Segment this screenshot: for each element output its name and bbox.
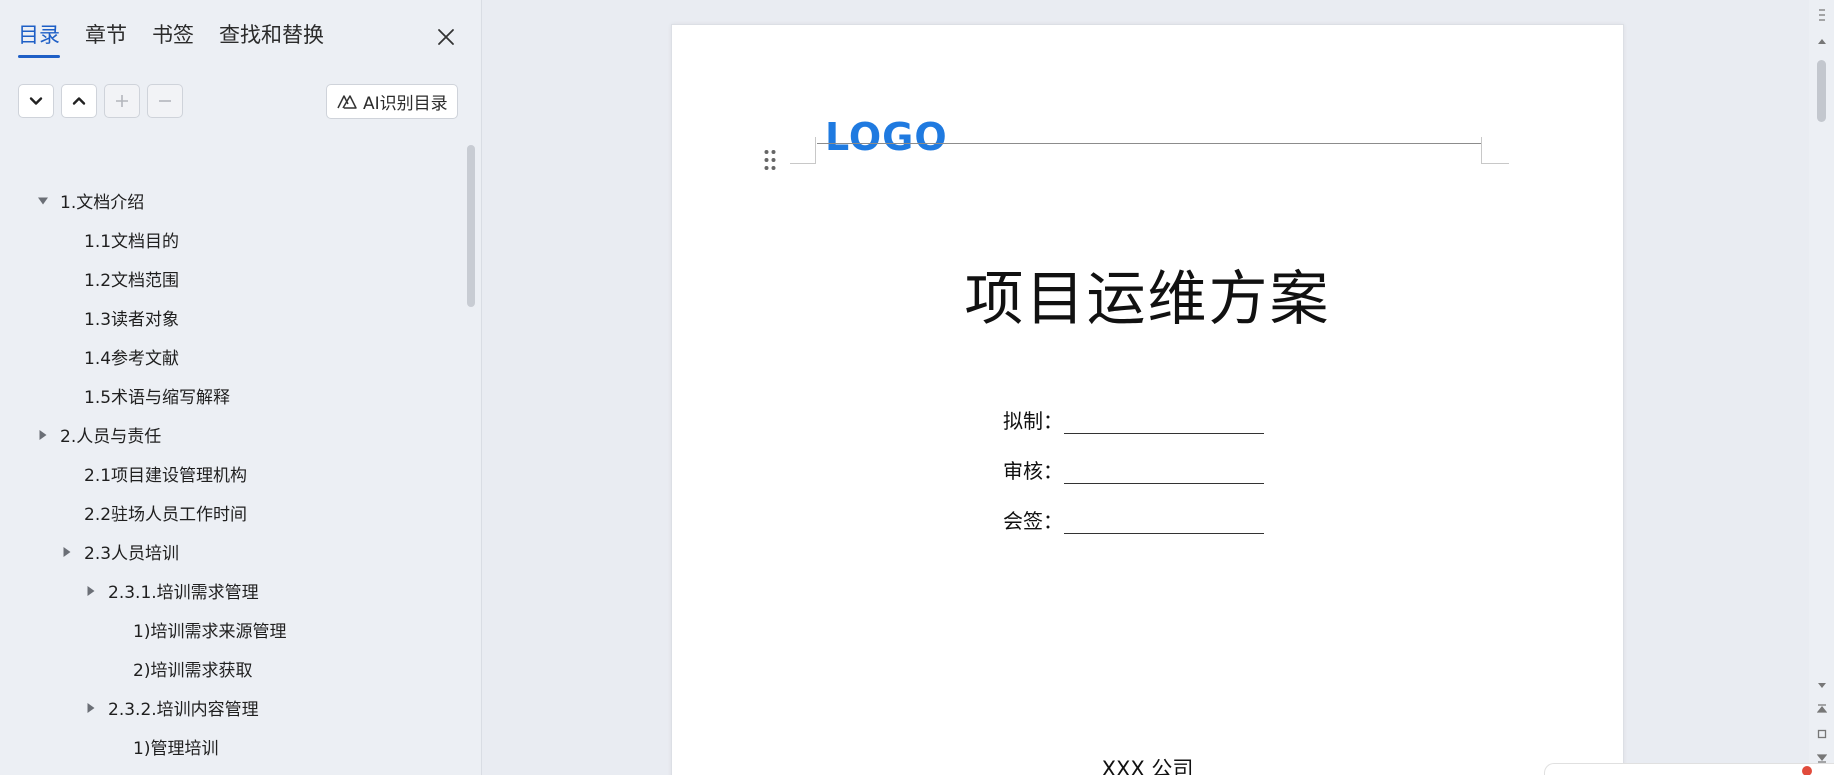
- toc-item[interactable]: 1.5术语与缩写解释: [0, 376, 460, 415]
- select-browse-object-icon[interactable]: [1815, 727, 1828, 740]
- toc-item-label: 1.5术语与缩写解释: [84, 388, 231, 408]
- toc-item-label: 2.2驻场人员工作时间: [84, 505, 248, 525]
- toc-item[interactable]: 1)培训需求来源管理: [0, 610, 460, 649]
- tab-find-replace[interactable]: 查找和替换: [219, 18, 324, 58]
- nav-tabs: 目录 章节 书签 查找和替换: [18, 18, 324, 58]
- chevron-down-icon: [29, 97, 43, 105]
- toc-item[interactable]: 1.2文档范围: [0, 259, 460, 298]
- close-icon: [438, 29, 454, 45]
- toc-item-label: 2.3.2.培训内容管理: [108, 700, 259, 720]
- toc-item[interactable]: 2.人员与责任: [0, 415, 460, 454]
- toc-item[interactable]: 1.1文档目的: [0, 220, 460, 259]
- navigation-panel: 目录 章节 书签 查找和替换 AI识别目录 1.文档介绍 1.1文档目的 1.2…: [0, 0, 482, 775]
- toc-item[interactable]: 2.2驻场人员工作时间: [0, 493, 460, 532]
- sign-row-draft: 拟制：: [1003, 402, 1264, 434]
- sign-line[interactable]: [1064, 410, 1264, 434]
- tab-chapters[interactable]: 章节: [85, 18, 127, 58]
- minus-icon: [159, 100, 171, 102]
- toc-item-label: 1.4参考文献: [84, 349, 180, 369]
- sign-label: 会签：: [1003, 509, 1063, 533]
- toc-item[interactable]: 1.3读者对象: [0, 298, 460, 337]
- floating-assistant-widget[interactable]: [1544, 763, 1834, 775]
- toc-item-label: 1.1文档目的: [84, 232, 180, 252]
- document-canvas: LOGO 项目运维方案 拟制： 审核： 会签： XXX 公司: [482, 0, 1809, 775]
- document-page[interactable]: LOGO 项目运维方案 拟制： 审核： 会签： XXX 公司: [671, 24, 1624, 775]
- logo: LOGO: [825, 115, 948, 159]
- ai-icon: [337, 94, 357, 109]
- scroll-up-arrow-icon[interactable]: [1815, 34, 1828, 47]
- split-view-icon[interactable]: [1815, 8, 1828, 21]
- tab-bookmarks[interactable]: 书签: [152, 18, 194, 58]
- sign-line[interactable]: [1064, 460, 1264, 484]
- close-panel-button[interactable]: [432, 23, 460, 51]
- toc-item[interactable]: 2)培训需求获取: [0, 649, 460, 688]
- sign-line[interactable]: [1064, 510, 1264, 534]
- toc-item[interactable]: 1.文档介绍: [0, 181, 460, 220]
- caret-right-icon[interactable]: [84, 584, 98, 598]
- demote-heading-button[interactable]: [147, 84, 183, 118]
- toc-item-label: 1.文档介绍: [60, 193, 145, 213]
- company-name[interactable]: XXX 公司: [672, 753, 1623, 775]
- chevron-up-icon: [72, 97, 86, 105]
- previous-page-icon[interactable]: [1815, 703, 1828, 716]
- toc-item-label: 2.3.1.培训需求管理: [108, 583, 259, 603]
- toc-item-label: 1.3读者对象: [84, 310, 180, 330]
- promote-heading-button[interactable]: [104, 84, 140, 118]
- toc-item[interactable]: 2.3人员培训: [0, 532, 460, 571]
- scroll-down-arrow-icon[interactable]: [1815, 679, 1828, 692]
- toc-list: 1.文档介绍 1.1文档目的 1.2文档范围 1.3读者对象 1.4参考文献 1.5术语与…: [0, 181, 460, 766]
- toc-item[interactable]: 2.3.1.培训需求管理: [0, 571, 460, 610]
- caret-down-icon[interactable]: [36, 194, 50, 208]
- plus-icon: [116, 95, 128, 107]
- toc-item[interactable]: 2.1项目建设管理机构: [0, 454, 460, 493]
- vertical-scrollbar: [1809, 0, 1834, 775]
- toc-item[interactable]: 2.3.2.培训内容管理: [0, 688, 460, 727]
- notification-dot: [1802, 766, 1812, 775]
- scrollbar-thumb[interactable]: [1817, 60, 1826, 122]
- toc-item[interactable]: 1.4参考文献: [0, 337, 460, 376]
- toc-scrollbar[interactable]: [467, 145, 475, 307]
- sign-label: 审核：: [1003, 459, 1063, 483]
- document-title[interactable]: 项目运维方案: [672, 251, 1623, 336]
- toc-item-label: 2.1项目建设管理机构: [84, 466, 248, 486]
- toc-item-label: 1)培训需求来源管理: [133, 622, 287, 642]
- toc-item-label: 2)培训需求获取: [133, 661, 253, 681]
- toc-toolbar: [18, 84, 183, 118]
- header-margin-mark-right: [1481, 137, 1509, 164]
- sign-label: 拟制：: [1003, 409, 1063, 433]
- sign-row-review: 审核：: [1003, 452, 1264, 484]
- caret-right-icon[interactable]: [84, 701, 98, 715]
- caret-right-icon[interactable]: [60, 545, 74, 559]
- ai-recognize-toc-button[interactable]: AI识别目录: [326, 84, 458, 119]
- toc-item-label: 2.人员与责任: [60, 427, 162, 447]
- sign-row-countersign: 会签：: [1003, 502, 1264, 534]
- header-margin-mark-left: [790, 137, 816, 164]
- caret-right-icon[interactable]: [36, 428, 50, 442]
- toc-item-label: 1)管理培训: [133, 739, 219, 759]
- toc-item-label: 2.3人员培训: [84, 544, 180, 564]
- toc-item[interactable]: 1)管理培训: [0, 727, 460, 766]
- toc-item-label: 1.2文档范围: [84, 271, 180, 291]
- ai-button-label: AI识别目录: [363, 94, 448, 114]
- previous-heading-button[interactable]: [61, 84, 97, 118]
- next-page-icon[interactable]: [1815, 750, 1828, 763]
- tab-toc[interactable]: 目录: [18, 18, 60, 58]
- next-heading-button[interactable]: [18, 84, 54, 118]
- header-divider: [817, 143, 1481, 144]
- drag-handle-icon[interactable]: [763, 148, 777, 172]
